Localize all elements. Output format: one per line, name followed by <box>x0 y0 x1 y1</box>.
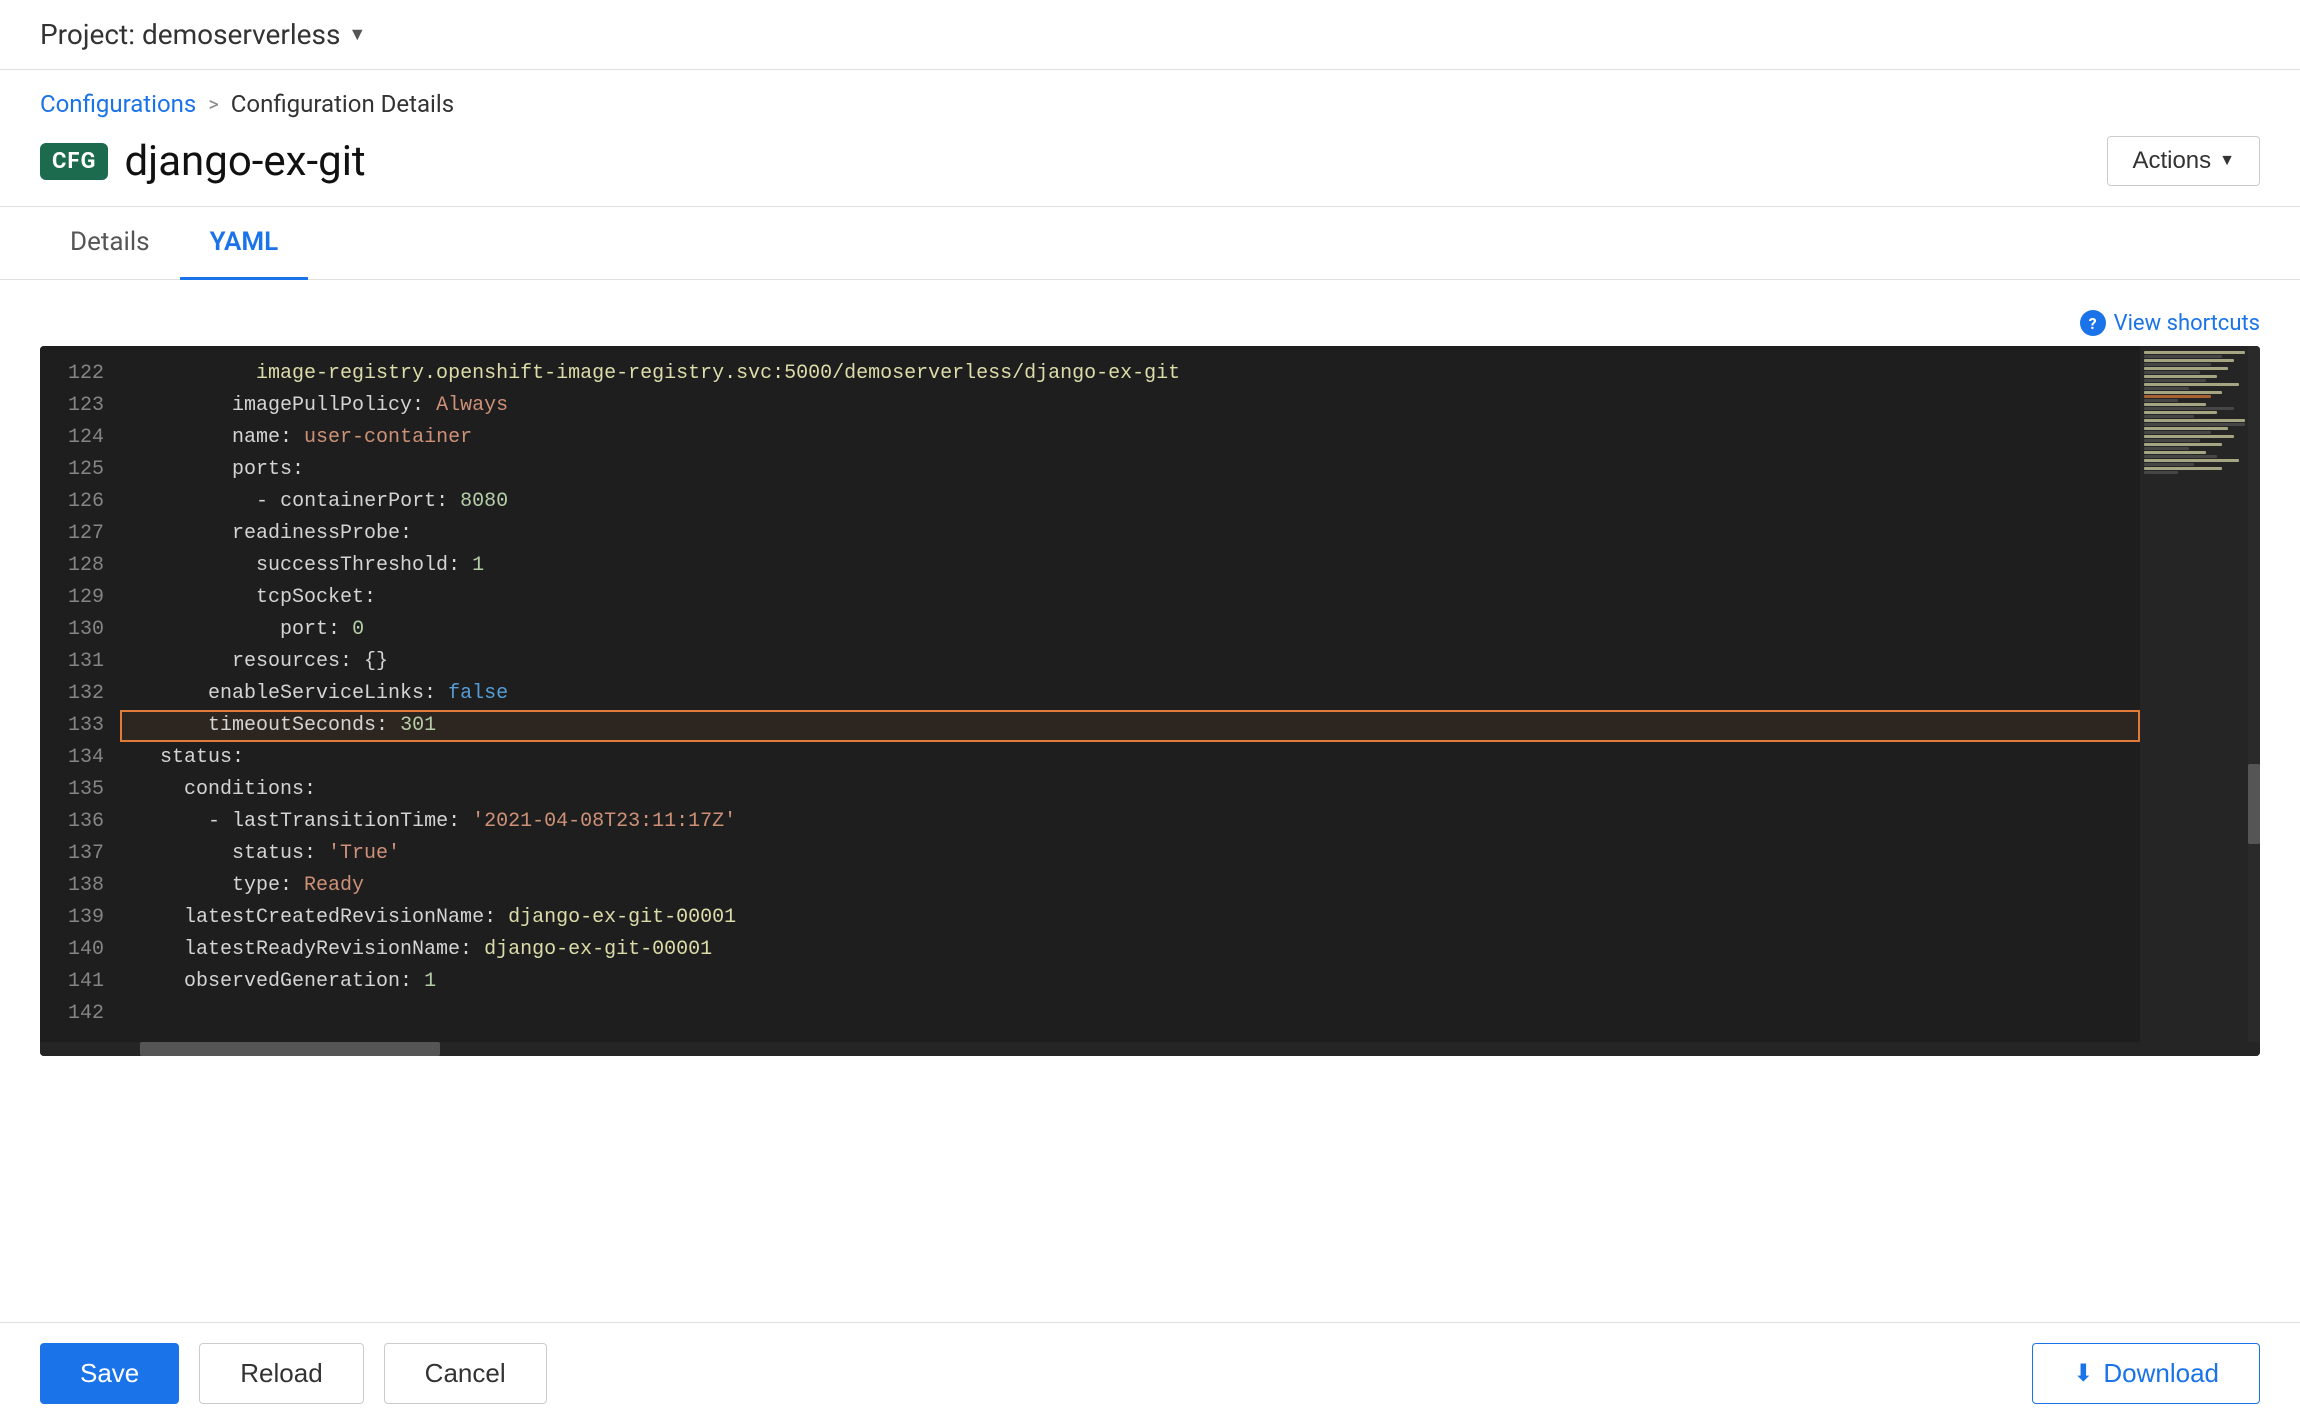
actions-label: Actions <box>2132 147 2211 175</box>
view-shortcuts-link[interactable]: ? View shortcuts <box>40 310 2260 336</box>
ln-132: 132 <box>40 678 120 710</box>
code-content: 122 123 124 125 126 127 128 129 130 131 … <box>40 346 2260 1042</box>
code-line-132: enableServiceLinks: false <box>120 678 2140 710</box>
page-title: django-ex-git <box>124 137 365 186</box>
ln-129: 129 <box>40 582 120 614</box>
page-title-left: CFG django-ex-git <box>40 137 366 186</box>
breadcrumb: Configurations > Configuration Details <box>0 70 2300 126</box>
tab-details[interactable]: Details <box>40 207 180 280</box>
ln-126: 126 <box>40 486 120 518</box>
ln-141: 141 <box>40 966 120 998</box>
code-line-123: imagePullPolicy: Always <box>120 390 2140 422</box>
code-line-140: latestReadyRevisionName: django-ex-git-0… <box>120 934 2140 966</box>
scrollbar-thumb[interactable] <box>2248 764 2260 844</box>
minimap-content <box>2140 346 2260 479</box>
code-line-133: timeoutSeconds: 301 <box>120 710 2140 742</box>
code-line-129: tcpSocket: <box>120 582 2140 614</box>
save-button[interactable]: Save <box>40 1343 179 1404</box>
code-line-131: resources: {} <box>120 646 2140 678</box>
code-editor[interactable]: 122 123 124 125 126 127 128 129 130 131 … <box>40 346 2260 1056</box>
top-bar: Project: demoserverless ▼ <box>0 0 2300 70</box>
tab-yaml[interactable]: YAML <box>180 207 309 280</box>
code-line-125: ports: <box>120 454 2140 486</box>
code-line-136: - lastTransitionTime: '2021-04-08T23:11:… <box>120 806 2140 838</box>
reload-button[interactable]: Reload <box>199 1343 363 1404</box>
code-line-127: readinessProbe: <box>120 518 2140 550</box>
code-line-126: - containerPort: 8080 <box>120 486 2140 518</box>
breadcrumb-separator: > <box>208 92 218 116</box>
horizontal-scrollbar[interactable] <box>40 1042 2260 1056</box>
ln-130: 130 <box>40 614 120 646</box>
help-icon: ? <box>2080 310 2106 336</box>
cfg-badge: CFG <box>40 143 108 180</box>
cancel-button[interactable]: Cancel <box>384 1343 547 1404</box>
actions-button[interactable]: Actions ▼ <box>2107 136 2260 186</box>
ln-136: 136 <box>40 806 120 838</box>
code-line-138: type: Ready <box>120 870 2140 902</box>
download-label: Download <box>2103 1358 2219 1389</box>
bottom-left-actions: Save Reload Cancel <box>40 1343 547 1404</box>
code-line-135: conditions: <box>120 774 2140 806</box>
project-selector[interactable]: Project: demoserverless ▼ <box>40 18 366 51</box>
page-title-row: CFG django-ex-git Actions ▼ <box>0 126 2300 207</box>
breadcrumb-link-configurations[interactable]: Configurations <box>40 90 196 118</box>
ln-131: 131 <box>40 646 120 678</box>
project-label: Project: demoserverless <box>40 18 340 51</box>
download-icon: ⬇ <box>2073 1359 2093 1388</box>
code-line-142 <box>120 998 2140 1030</box>
code-line-134: status: <box>120 742 2140 774</box>
ln-127: 127 <box>40 518 120 550</box>
code-line-124: name: user-container <box>120 422 2140 454</box>
ln-124: 124 <box>40 422 120 454</box>
ln-138: 138 <box>40 870 120 902</box>
ln-137: 137 <box>40 838 120 870</box>
scrollbar-track[interactable] <box>2248 346 2260 1042</box>
ln-125: 125 <box>40 454 120 486</box>
breadcrumb-current: Configuration Details <box>231 90 454 118</box>
ln-134: 134 <box>40 742 120 774</box>
h-scrollbar-thumb[interactable] <box>140 1042 440 1056</box>
ln-139: 139 <box>40 902 120 934</box>
code-line-139: latestCreatedRevisionName: django-ex-git… <box>120 902 2140 934</box>
chevron-down-icon: ▼ <box>348 24 366 45</box>
ln-135: 135 <box>40 774 120 806</box>
editor-container: ? View shortcuts 122 123 124 125 126 127… <box>40 310 2260 1056</box>
code-line-141: observedGeneration: 1 <box>120 966 2140 998</box>
ln-133: 133 <box>40 710 120 742</box>
ln-142: 142 <box>40 998 120 1030</box>
code-lines: image-registry.openshift-image-registry.… <box>120 346 2140 1042</box>
minimap <box>2140 346 2260 1042</box>
ln-128: 128 <box>40 550 120 582</box>
code-line-137: status: 'True' <box>120 838 2140 870</box>
download-button[interactable]: ⬇ Download <box>2032 1343 2260 1404</box>
tabs-row: Details YAML <box>0 207 2300 280</box>
bottom-toolbar: Save Reload Cancel ⬇ Download <box>0 1322 2300 1424</box>
line-numbers: 122 123 124 125 126 127 128 129 130 131 … <box>40 346 120 1042</box>
ln-122: 122 <box>40 358 120 390</box>
code-line-128: successThreshold: 1 <box>120 550 2140 582</box>
code-line-122: image-registry.openshift-image-registry.… <box>120 358 2140 390</box>
view-shortcuts-label: View shortcuts <box>2114 311 2260 336</box>
ln-140: 140 <box>40 934 120 966</box>
code-line-130: port: 0 <box>120 614 2140 646</box>
actions-caret-icon: ▼ <box>2219 152 2235 170</box>
ln-123: 123 <box>40 390 120 422</box>
